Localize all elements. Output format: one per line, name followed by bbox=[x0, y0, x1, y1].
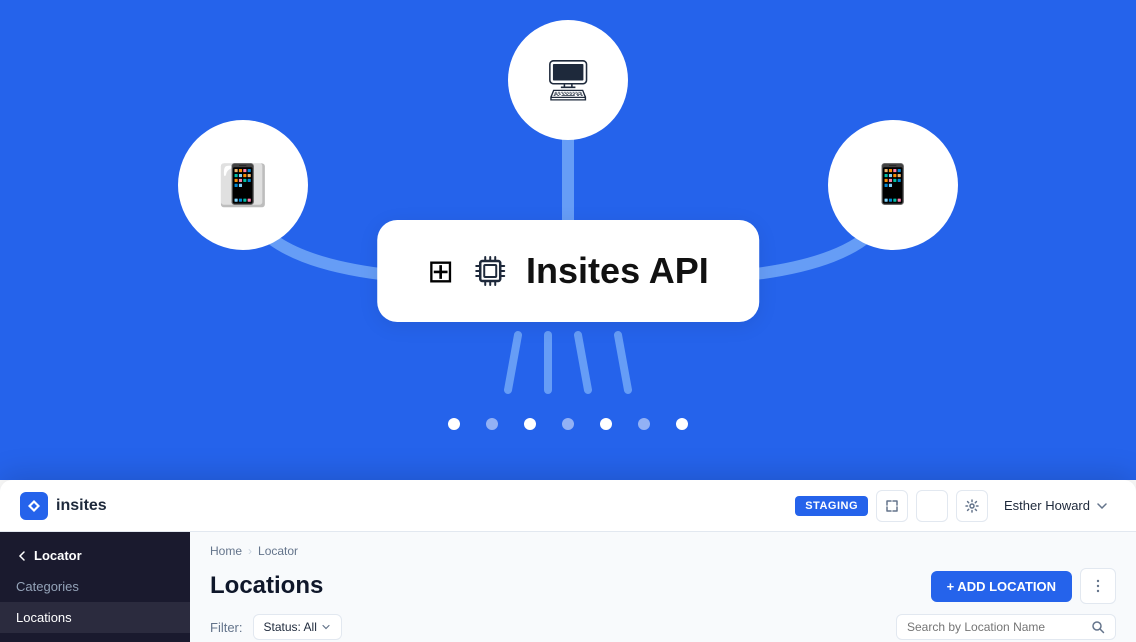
status-filter[interactable]: Status: All bbox=[253, 614, 342, 640]
topbar: insites STAGING Esther Howard bbox=[0, 480, 1136, 532]
staging-badge[interactable]: STAGING bbox=[795, 496, 868, 516]
logo-area: insites bbox=[20, 492, 107, 520]
tablet-left-circle: ⬜ 📱 bbox=[178, 120, 308, 250]
topbar-actions: STAGING Esther Howard bbox=[795, 490, 1116, 522]
expand-button[interactable] bbox=[876, 490, 908, 522]
api-title: Insites API bbox=[526, 250, 709, 292]
cpu-icon bbox=[472, 253, 508, 289]
dots-row bbox=[448, 418, 688, 430]
monitor-circle: 🖥 bbox=[508, 20, 628, 140]
diagram: 🖥 ⬜ 📱 📱 ⊞ bbox=[118, 20, 1018, 440]
breadcrumb-sep: › bbox=[248, 544, 252, 558]
sidebar-back-button[interactable]: Locator bbox=[0, 540, 190, 571]
add-location-button[interactable]: + ADD LOCATION bbox=[931, 571, 1072, 602]
sidebar-locations-label: Locations bbox=[16, 610, 72, 625]
dot-3 bbox=[524, 418, 536, 430]
user-chevron-icon bbox=[1096, 500, 1108, 512]
sidebar: Locator Categories Locations bbox=[0, 532, 190, 642]
sidebar-item-categories[interactable]: Categories bbox=[0, 571, 190, 602]
breadcrumb-locator[interactable]: Locator bbox=[258, 544, 298, 558]
content-header: Locations + ADD LOCATION bbox=[210, 568, 1116, 604]
more-options-button[interactable] bbox=[1080, 568, 1116, 604]
sidebar-categories-label: Categories bbox=[16, 579, 79, 594]
monitor-icon: 🖥 bbox=[543, 57, 594, 104]
settings-button[interactable] bbox=[956, 490, 988, 522]
theme-button[interactable] bbox=[916, 490, 948, 522]
logo-text: insites bbox=[56, 497, 107, 515]
dot-5 bbox=[600, 418, 612, 430]
dot-2 bbox=[486, 418, 498, 430]
breadcrumb: Home › Locator bbox=[210, 544, 1116, 558]
api-card: ⊞ Insites API bbox=[377, 220, 759, 322]
search-input[interactable] bbox=[907, 620, 1085, 634]
hero-section: 🖥 ⬜ 📱 📱 ⊞ bbox=[0, 0, 1136, 480]
dot-1 bbox=[448, 418, 460, 430]
sidebar-item-locations[interactable]: Locations bbox=[0, 602, 190, 633]
phone-right-circle: 📱 bbox=[828, 120, 958, 250]
app-window: insites STAGING Esther Howard Loca bbox=[0, 480, 1136, 642]
page-title: Locations bbox=[210, 572, 323, 600]
sidebar-back-label: Locator bbox=[34, 548, 82, 563]
tablet-icon: 📱 bbox=[219, 163, 266, 207]
user-area[interactable]: Esther Howard bbox=[996, 494, 1116, 517]
more-icon bbox=[1090, 578, 1106, 594]
search-box bbox=[896, 614, 1116, 640]
search-icon bbox=[1091, 620, 1105, 634]
back-icon bbox=[16, 550, 28, 562]
filter-chevron-icon bbox=[321, 622, 331, 632]
user-name: Esther Howard bbox=[1004, 498, 1090, 513]
logo-icon bbox=[20, 492, 48, 520]
phone-icon: 📱 bbox=[869, 163, 916, 207]
main-layout: Locator Categories Locations Home › Loca… bbox=[0, 532, 1136, 642]
breadcrumb-home[interactable]: Home bbox=[210, 544, 242, 558]
filter-row: Filter: Status: All bbox=[210, 614, 1116, 640]
dot-4 bbox=[562, 418, 574, 430]
filter-value: Status: All bbox=[264, 620, 317, 634]
dot-6 bbox=[638, 418, 650, 430]
dot-7 bbox=[676, 418, 688, 430]
chip-icon: ⊞ bbox=[427, 252, 454, 290]
content-area: Home › Locator Locations + ADD LOCATION … bbox=[190, 532, 1136, 642]
header-actions: + ADD LOCATION bbox=[931, 568, 1116, 604]
filter-label: Filter: bbox=[210, 620, 243, 635]
